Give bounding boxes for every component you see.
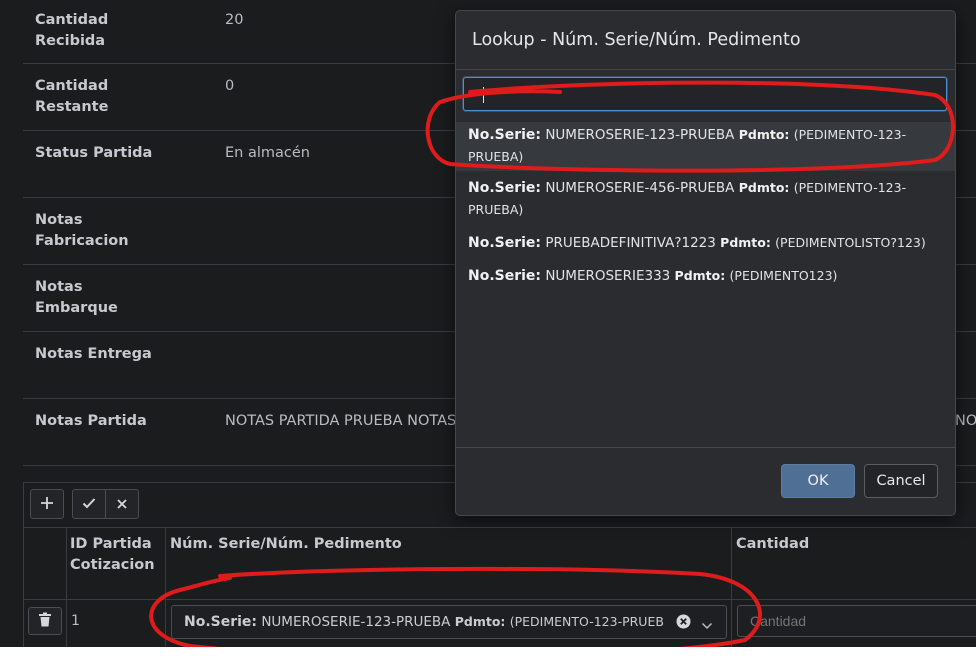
serie-key: No.Serie: [184,614,258,630]
save-row-button[interactable] [72,489,106,519]
form-value: En almacén [225,145,310,161]
form-label: Cantidad Recibida [35,12,109,49]
form-label: Notas Entrega [35,346,152,362]
form-label: Cantidad Restante [35,78,109,115]
option-pdmto-key: Pdmto: [738,180,790,195]
dialog-title: Lookup - Núm. Serie/Núm. Pedimento [472,30,801,50]
option-serie-key: No.Serie: [468,268,542,284]
clear-icon[interactable] [676,614,691,633]
cancel-row-button[interactable] [105,489,139,519]
app-window: Cantidad Recibida 20 Cantidad Restante 0… [0,0,976,647]
column-header-label: Cantidad [736,536,810,552]
text-caret [483,87,484,103]
ok-button[interactable]: OK [781,464,855,498]
table-cell-id: 1 [66,599,166,647]
option-pdmto: (PEDIMENTO123) [729,268,838,283]
chevron-down-icon[interactable] [701,616,713,635]
list-item-option-2[interactable]: No.Serie: NUMEROSERIE-456-PRUEBA Pdmto: … [456,177,955,227]
form-label: Notas Partida [35,413,147,429]
serie-value: NUMEROSERIE-123-PRUEBA [261,614,451,630]
option-serie: NUMEROSERIE333 [545,268,671,284]
add-row-button[interactable] [30,489,64,519]
column-header-actions [23,527,67,600]
option-serie: PRUEBADEFINITIVA?1223 [545,235,716,251]
option-serie-key: No.Serie: [468,180,542,196]
x-icon [116,494,128,515]
form-label: Status Partida [35,145,153,161]
option-serie: NUMEROSERIE-456-PRUEBA [545,180,735,196]
form-value: NOTAS PARTIDA PRUEBA NOTAS [225,413,457,429]
lookup-search-input[interactable] [463,77,947,111]
delete-row-button[interactable] [28,607,62,635]
column-header-serie[interactable]: Núm. Serie/Núm. Pedimento [166,527,732,600]
option-pdmto-key: Pdmto: [720,235,771,250]
cantidad-input[interactable] [737,605,976,637]
option-pdmto: (PEDIMENTOLISTO?123) [775,235,926,250]
check-icon [82,494,96,515]
form-label: Notas Fabricacion [35,212,129,249]
pdmto-key: Pdmto: [454,614,506,629]
dialog-header-divider [456,69,955,70]
column-header-label: ID Partida Cotizacion [70,536,155,573]
form-label: Notas Embarque [35,279,118,316]
list-item-option-4[interactable]: No.Serie: NUMEROSERIE333 Pdmto: (PEDIMEN… [456,265,955,289]
column-header-cantidad[interactable]: Cantidad [732,527,976,600]
cancel-button[interactable]: Cancel [864,464,938,498]
lookup-dialog: Lookup - Núm. Serie/Núm. Pedimento No.Se… [455,10,956,516]
dialog-footer-divider [456,447,955,448]
form-value: 0 [225,78,235,94]
option-serie: NUMEROSERIE-123-PRUEBA [545,127,735,143]
option-serie-key: No.Serie: [468,127,542,143]
list-item-option-1[interactable]: No.Serie: NUMEROSERIE-123-PRUEBA Pdmto: … [456,122,955,171]
option-pdmto-key: Pdmto: [674,268,726,283]
plus-icon [40,494,54,515]
option-serie-key: No.Serie: [468,235,542,251]
serie-select[interactable]: No.Serie: NUMEROSERIE-123-PRUEBA Pdmto: … [171,605,727,639]
option-pdmto-key: Pdmto: [738,127,790,142]
list-item-option-3[interactable]: No.Serie: PRUEBADEFINITIVA?1223 Pdmto: (… [456,232,955,256]
form-value-overflow: NOT [955,413,976,429]
cell-text: 1 [71,613,80,629]
pdmto-value: (PEDIMENTO-123-PRUEB [509,614,664,629]
trash-icon [38,611,52,632]
column-header-id[interactable]: ID Partida Cotizacion [66,527,166,600]
column-header-label: Núm. Serie/Núm. Pedimento [170,536,402,552]
form-value: 20 [225,12,244,28]
